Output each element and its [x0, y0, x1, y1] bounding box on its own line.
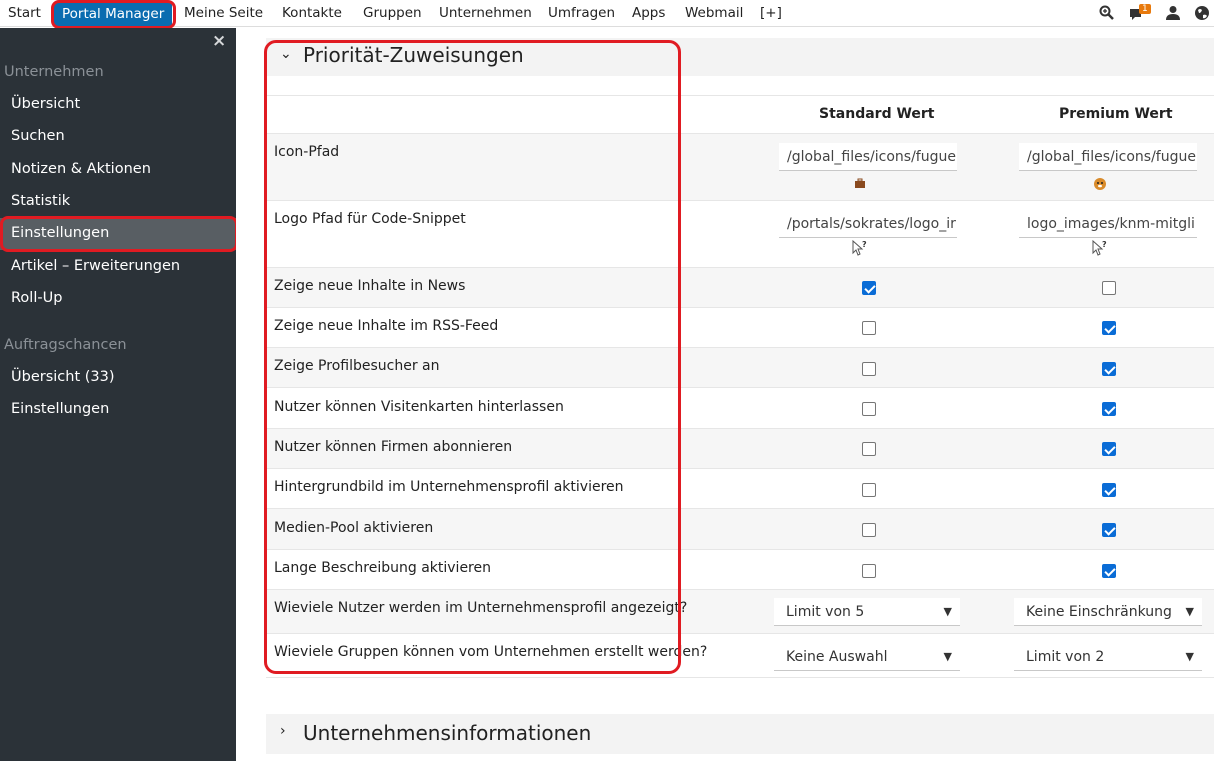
users-limit-standard-select[interactable]: Limit von 5 ▼ [774, 598, 960, 626]
sidebar-item-artikel[interactable]: Artikel – Erweiterungen [11, 258, 180, 274]
highlight-portal-manager [51, 0, 176, 29]
sidebar: × Unternehmen Übersicht Suchen Notizen &… [0, 28, 236, 761]
select-value: Limit von 5 [786, 604, 865, 620]
nav-umfragen[interactable]: Umfragen [548, 0, 615, 27]
nav-webmail[interactable]: Webmail [685, 0, 743, 27]
background-standard-checkbox[interactable] [862, 483, 876, 497]
nav-meine-seite[interactable]: Meine Seite [184, 0, 263, 27]
subscribe-premium-checkbox[interactable] [1102, 442, 1116, 456]
nav-add[interactable]: [+] [760, 0, 782, 27]
sidebar-item-notizen[interactable]: Notizen & Aktionen [11, 161, 151, 177]
media-standard-checkbox[interactable] [862, 523, 876, 537]
nav-start[interactable]: Start [8, 0, 41, 27]
dog-icon [1094, 178, 1106, 190]
nav-gruppen[interactable]: Gruppen [363, 0, 422, 27]
nav-apps[interactable]: Apps [632, 0, 665, 27]
users-limit-premium-select[interactable]: Keine Einschränkung ▼ [1014, 598, 1202, 626]
sidebar-close-icon[interactable]: × [212, 31, 226, 51]
logo-path-premium-input[interactable]: logo_images/knm-mitgli [1019, 210, 1197, 238]
panel-header-unternehmensinformationen[interactable]: › Unternehmensinformationen [266, 714, 1214, 754]
background-premium-checkbox[interactable] [1102, 483, 1116, 497]
rss-standard-checkbox[interactable] [862, 321, 876, 335]
notification-badge: 1 [1139, 4, 1151, 14]
briefcase-icon [855, 178, 865, 188]
sidebar-item-statistik[interactable]: Statistik [11, 193, 70, 209]
highlight-prioritaet-block [264, 40, 681, 674]
logo-path-standard-input[interactable]: /portals/sokrates/logo_ir [779, 210, 957, 238]
visitors-premium-checkbox[interactable] [1102, 362, 1116, 376]
chevron-down-icon: ▼ [943, 605, 952, 618]
select-value: Keine Einschränkung [1026, 604, 1172, 620]
chevron-right-icon: › [280, 723, 286, 739]
cursor-help-icon: ? [852, 239, 867, 256]
longdesc-premium-checkbox[interactable] [1102, 564, 1116, 578]
longdesc-standard-checkbox[interactable] [862, 564, 876, 578]
col-premium-header: Premium Wert [1059, 106, 1173, 122]
svg-text:?: ? [1102, 240, 1107, 249]
cursor-help-icon: ? [1092, 239, 1107, 256]
groups-limit-standard-select[interactable]: Keine Auswahl ▼ [774, 643, 960, 671]
visitors-standard-checkbox[interactable] [862, 362, 876, 376]
select-value: Limit von 2 [1026, 649, 1105, 665]
select-value: Keine Auswahl [786, 649, 888, 665]
icon-path-premium-input[interactable]: /global_files/icons/fugue [1019, 143, 1197, 171]
sidebar-heading-unternehmen: Unternehmen [4, 64, 104, 80]
search-icon[interactable] [1098, 4, 1116, 22]
globe-icon[interactable] [1193, 4, 1211, 22]
cards-standard-checkbox[interactable] [862, 402, 876, 416]
col-standard-header: Standard Wert [819, 106, 935, 122]
news-standard-checkbox[interactable] [862, 281, 876, 295]
panel-title: Unternehmensinformationen [303, 721, 592, 745]
user-icon[interactable] [1164, 4, 1182, 22]
rss-premium-checkbox[interactable] [1102, 321, 1116, 335]
media-premium-checkbox[interactable] [1102, 523, 1116, 537]
top-navigation: Start Portal Manager Meine Seite Kontakt… [0, 0, 1214, 27]
groups-limit-premium-select[interactable]: Limit von 2 ▼ [1014, 643, 1202, 671]
sidebar-heading-auftragschancen: Auftragschancen [4, 337, 127, 353]
sidebar-item-auftrag-einstellungen[interactable]: Einstellungen [11, 401, 109, 417]
news-premium-checkbox[interactable] [1102, 281, 1116, 295]
sidebar-item-suchen[interactable]: Suchen [11, 128, 65, 144]
icon-path-standard-input[interactable]: /global_files/icons/fugue [779, 143, 957, 171]
svg-text:?: ? [862, 240, 867, 249]
highlight-einstellungen [0, 216, 238, 252]
nav-kontakte[interactable]: Kontakte [282, 0, 342, 27]
chevron-down-icon: ▼ [943, 650, 952, 663]
nav-unternehmen[interactable]: Unternehmen [439, 0, 532, 27]
sidebar-item-auftrag-uebersicht[interactable]: Übersicht (33) [11, 369, 115, 385]
chevron-down-icon: ▼ [1185, 605, 1194, 618]
chevron-down-icon: ▼ [1185, 650, 1194, 663]
cards-premium-checkbox[interactable] [1102, 402, 1116, 416]
sidebar-item-rollup[interactable]: Roll-Up [11, 290, 62, 306]
sidebar-item-uebersicht[interactable]: Übersicht [11, 96, 80, 112]
subscribe-standard-checkbox[interactable] [862, 442, 876, 456]
